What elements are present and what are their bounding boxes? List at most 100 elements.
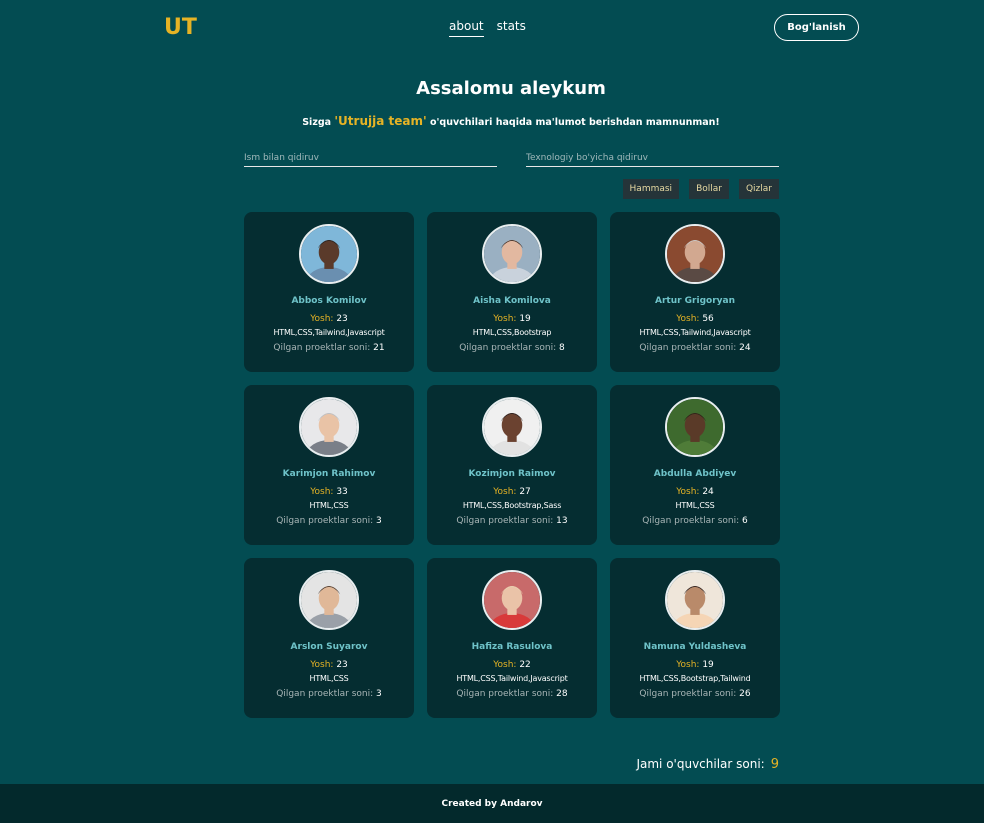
student-name: Arslon Suyarov bbox=[290, 642, 368, 652]
age-label: Yosh: bbox=[676, 660, 700, 670]
age-value: 22 bbox=[519, 660, 531, 670]
projects-count: 24 bbox=[739, 343, 751, 353]
student-projects: Qilgan proektlar soni: 3 bbox=[276, 689, 382, 699]
age-label: Yosh: bbox=[493, 487, 517, 497]
student-name: Kozimjon Raimov bbox=[468, 469, 556, 479]
name-search-input[interactable] bbox=[244, 150, 497, 167]
page-subtitle: Sizga 'Utrujja team' o'quvchilari haqida… bbox=[0, 114, 984, 128]
student-projects: Qilgan proektlar soni: 6 bbox=[642, 516, 748, 526]
projects-label: Qilgan proektlar soni: bbox=[273, 343, 371, 353]
student-card[interactable]: Hafiza Rasulova Yosh: 22 HTML,CSS,Tailwind… bbox=[427, 558, 597, 718]
student-card[interactable]: Kozimjon Raimov Yosh: 27 HTML,CSS,Bootstra… bbox=[427, 385, 597, 545]
projects-label: Qilgan proektlar soni: bbox=[642, 516, 740, 526]
tech-search-input[interactable] bbox=[526, 150, 779, 167]
projects-count: 13 bbox=[556, 516, 568, 526]
projects-count: 8 bbox=[559, 343, 565, 353]
projects-count: 28 bbox=[556, 689, 568, 699]
student-grid: Abbos Komilov Yosh: 23 HTML,CSS,Tailwind,J… bbox=[244, 212, 780, 718]
subtitle-prefix: Sizga bbox=[302, 117, 335, 128]
man-portrait-icon bbox=[484, 399, 540, 455]
filter-group: Hammasi Bollar Qizlar bbox=[622, 179, 779, 199]
student-card[interactable]: Artur Grigoryan Yosh: 56 HTML,CSS,Tailwind… bbox=[610, 212, 780, 372]
student-tech: HTML,CSS bbox=[309, 501, 349, 510]
student-tech: HTML,CSS bbox=[309, 674, 349, 683]
page-title: Assalomu aleykum bbox=[416, 78, 606, 99]
projects-label: Qilgan proektlar soni: bbox=[456, 516, 554, 526]
contact-button[interactable]: Bog'lanish bbox=[774, 14, 859, 41]
student-age: Yosh: 27 bbox=[493, 487, 531, 497]
student-card[interactable]: Karimjon Rahimov Yosh: 33 HTML,CSS Qilgan p… bbox=[244, 385, 414, 545]
projects-count: 3 bbox=[376, 516, 382, 526]
filter-girls-button[interactable]: Qizlar bbox=[738, 179, 779, 199]
nav-stats[interactable]: stats bbox=[497, 19, 526, 37]
avatar bbox=[482, 570, 542, 630]
student-projects: Qilgan proektlar soni: 28 bbox=[456, 689, 567, 699]
man-portrait-icon bbox=[301, 572, 357, 628]
student-tech: HTML,CSS,Tailwind,Javascript bbox=[639, 328, 751, 337]
woman-portrait-icon bbox=[484, 226, 540, 282]
filter-boys-button[interactable]: Bollar bbox=[689, 179, 729, 199]
age-label: Yosh: bbox=[310, 314, 334, 324]
student-name: Aisha Komilova bbox=[473, 296, 551, 306]
projects-label: Qilgan proektlar soni: bbox=[276, 689, 374, 699]
age-label: Yosh: bbox=[493, 314, 517, 324]
student-card[interactable]: Arslon Suyarov Yosh: 23 HTML,CSS Qilgan pro… bbox=[244, 558, 414, 718]
student-age: Yosh: 23 bbox=[310, 314, 348, 324]
man-portrait-icon bbox=[301, 226, 357, 282]
team-name: 'Utrujja team' bbox=[334, 114, 427, 128]
student-projects: Qilgan proektlar soni: 21 bbox=[273, 343, 384, 353]
avatar bbox=[299, 397, 359, 457]
student-name: Abdulla Abdiyev bbox=[653, 469, 737, 479]
student-tech: HTML,CSS,Tailwind,Javascript bbox=[273, 328, 385, 337]
man-portrait-icon bbox=[667, 226, 723, 282]
student-tech: HTML,CSS,Bootstrap bbox=[472, 328, 552, 337]
total-count: 9 bbox=[770, 757, 779, 772]
projects-count: 3 bbox=[376, 689, 382, 699]
student-card[interactable]: Abdulla Abdiyev Yosh: 24 HTML,CSS Qilgan pr… bbox=[610, 385, 780, 545]
student-age: Yosh: 23 bbox=[310, 660, 348, 670]
avatar bbox=[482, 397, 542, 457]
projects-count: 6 bbox=[742, 516, 748, 526]
woman-portrait-icon bbox=[484, 572, 540, 628]
avatar bbox=[299, 224, 359, 284]
student-projects: Qilgan proektlar soni: 3 bbox=[276, 516, 382, 526]
student-card[interactable]: Namuna Yuldasheva Yosh: 19 HTML,CSS,Bootst… bbox=[610, 558, 780, 718]
age-label: Yosh: bbox=[676, 314, 700, 324]
student-projects: Qilgan proektlar soni: 8 bbox=[459, 343, 565, 353]
student-card[interactable]: Aisha Komilova Yosh: 19 HTML,CSS,Bootstrap… bbox=[427, 212, 597, 372]
age-value: 19 bbox=[519, 314, 531, 324]
student-age: Yosh: 56 bbox=[676, 314, 714, 324]
student-projects: Qilgan proektlar soni: 26 bbox=[639, 689, 750, 699]
man-portrait-icon bbox=[301, 399, 357, 455]
age-label: Yosh: bbox=[493, 660, 517, 670]
age-label: Yosh: bbox=[310, 487, 334, 497]
student-age: Yosh: 33 bbox=[310, 487, 348, 497]
age-value: 27 bbox=[519, 487, 531, 497]
header: UT about stats Bog'lanish bbox=[0, 0, 984, 56]
student-tech: HTML,CSS,Tailwind,Javascript bbox=[456, 674, 568, 683]
age-value: 23 bbox=[336, 314, 348, 324]
nav-about[interactable]: about bbox=[449, 19, 484, 37]
age-label: Yosh: bbox=[310, 660, 334, 670]
avatar bbox=[299, 570, 359, 630]
filter-all-button[interactable]: Hammasi bbox=[622, 179, 680, 199]
student-tech: HTML,CSS,Bootstrap,Tailwind bbox=[639, 674, 751, 683]
avatar bbox=[665, 570, 725, 630]
total-students: Jami o'quvchilar soni: 9 bbox=[636, 757, 779, 772]
woman-portrait-icon bbox=[667, 572, 723, 628]
main-nav: about stats bbox=[449, 19, 526, 37]
subtitle-suffix: o'quvchilari haqida ma'lumot berishdan m… bbox=[426, 117, 720, 128]
student-tech: HTML,CSS,Bootstrap,Sass bbox=[462, 501, 562, 510]
age-label: Yosh: bbox=[676, 487, 700, 497]
student-age: Yosh: 24 bbox=[676, 487, 714, 497]
student-name: Hafiza Rasulova bbox=[471, 642, 553, 652]
projects-label: Qilgan proektlar soni: bbox=[459, 343, 557, 353]
footer-credit: Created by Andarov bbox=[441, 798, 543, 809]
logo[interactable]: UT bbox=[164, 15, 197, 40]
total-label: Jami o'quvchilar soni: bbox=[636, 757, 765, 771]
age-value: 19 bbox=[702, 660, 714, 670]
man-portrait-icon bbox=[667, 399, 723, 455]
projects-label: Qilgan proektlar soni: bbox=[639, 343, 737, 353]
student-card[interactable]: Abbos Komilov Yosh: 23 HTML,CSS,Tailwind,J… bbox=[244, 212, 414, 372]
student-name: Karimjon Rahimov bbox=[282, 469, 376, 479]
